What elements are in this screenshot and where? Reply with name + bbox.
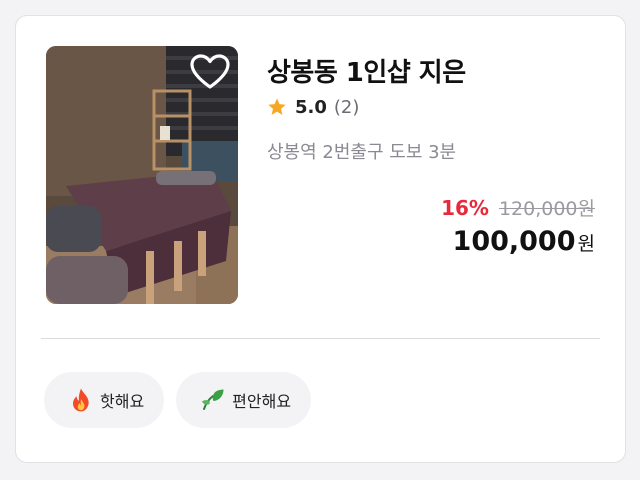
- final-price: 100,000 원: [453, 226, 595, 257]
- tag-comfortable[interactable]: 편안해요: [176, 372, 312, 428]
- final-price-amount: 100,000: [452, 226, 576, 257]
- currency-unit: 원: [577, 233, 595, 255]
- heart-outline-icon[interactable]: [190, 54, 230, 90]
- shop-thumbnail[interactable]: [46, 46, 238, 304]
- shop-card[interactable]: 상봉동 1인샵 지은 5.0 (2) 상봉역 2번출구 도보 3분 16% 12…: [15, 15, 626, 463]
- rating-score: 5.0: [295, 96, 327, 118]
- fire-icon: [72, 388, 89, 412]
- price-row: 16% 120,000원: [441, 194, 595, 221]
- tag-label: 편안해요: [232, 392, 292, 411]
- star-icon: [268, 98, 286, 115]
- location-text: 상봉역 2번출구 도보 3분: [267, 142, 457, 163]
- divider: [41, 338, 600, 339]
- shop-name[interactable]: 상봉동 1인샵 지은: [267, 52, 466, 89]
- leaf-icon: [202, 389, 224, 410]
- review-count: (2): [333, 96, 360, 118]
- original-price: 120,000원: [498, 198, 595, 220]
- tag-label: 핫해요: [100, 392, 145, 411]
- tag-list: 핫해요 편안해요: [44, 372, 312, 428]
- rating: 5.0 (2): [267, 95, 359, 119]
- tag-hot[interactable]: 핫해요: [44, 372, 165, 428]
- discount-rate: 16%: [441, 196, 489, 220]
